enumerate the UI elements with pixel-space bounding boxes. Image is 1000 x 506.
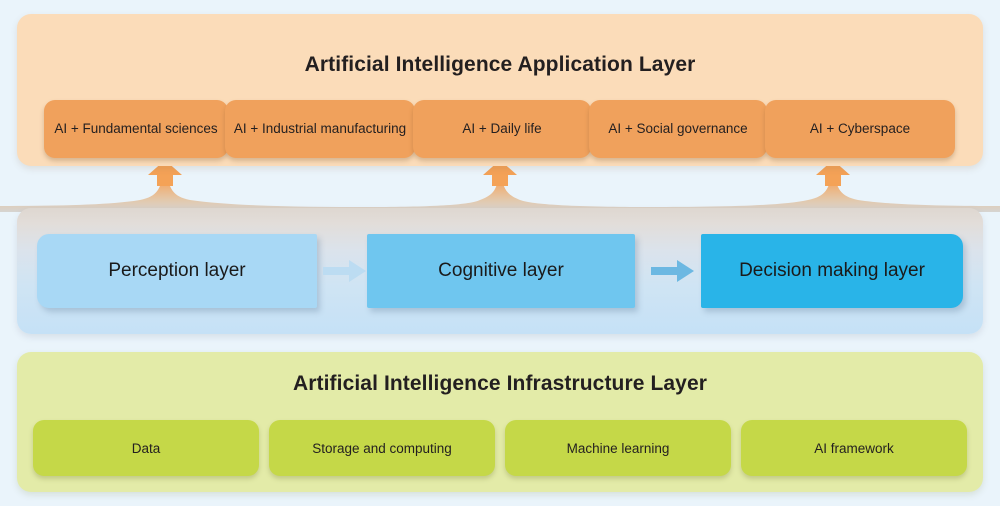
infra-chip-data[interactable]: Data — [33, 420, 259, 476]
app-chip-label: AI + Industrial manufacturing — [233, 120, 407, 136]
app-chip-daily-life[interactable]: AI + Daily life — [413, 100, 591, 158]
infra-chip-label: AI framework — [814, 440, 894, 456]
flow-arrow-right-icon-1 — [323, 260, 366, 282]
app-chip-industrial-manufacturing[interactable]: AI + Industrial manufacturing — [225, 100, 415, 158]
core-box-label: Perception layer — [108, 260, 246, 281]
app-chip-social-governance[interactable]: AI + Social governance — [589, 100, 767, 158]
infra-chip-label: Data — [131, 440, 161, 456]
ai-architecture-diagram: Artificial Intelligence Application Laye… — [0, 0, 1000, 506]
infra-chip-ai-framework[interactable]: AI framework — [741, 420, 967, 476]
rising-arrow-skirt — [0, 168, 1000, 212]
app-chip-fundamental-sciences[interactable]: AI + Fundamental sciences — [44, 100, 228, 158]
core-box-perception-layer[interactable]: Perception layer — [37, 234, 317, 308]
infra-chip-label: Machine learning — [566, 440, 670, 456]
infrastructure-layer-panel: Artificial Intelligence Infrastructure L… — [17, 352, 983, 492]
infra-chip-storage-and-computing[interactable]: Storage and computing — [269, 420, 495, 476]
core-box-cognitive-layer[interactable]: Cognitive layer — [367, 234, 635, 308]
rising-arrows-group — [0, 160, 1000, 212]
infrastructure-layer-title: Artificial Intelligence Infrastructure L… — [292, 372, 708, 395]
app-chip-cyberspace[interactable]: AI + Cyberspace — [765, 100, 955, 158]
app-chip-label: AI + Daily life — [462, 120, 542, 136]
infra-chip-label: Storage and computing — [312, 440, 452, 456]
application-layer-title: Artificial Intelligence Application Laye… — [304, 53, 696, 76]
app-chip-label: AI + Cyberspace — [809, 120, 911, 136]
core-box-label: Decision making layer — [739, 260, 925, 281]
core-box-decision-making-layer[interactable]: Decision making layer — [701, 234, 963, 308]
core-box-label: Cognitive layer — [438, 260, 564, 281]
core-layer-panel: Perception layer Cognitive layer Decisio… — [17, 208, 983, 334]
flow-arrow-right-icon-2 — [651, 260, 694, 282]
application-layer-panel: Artificial Intelligence Application Laye… — [17, 14, 983, 166]
app-chip-label: AI + Fundamental sciences — [54, 120, 218, 136]
infra-chip-machine-learning[interactable]: Machine learning — [505, 420, 731, 476]
app-chip-label: AI + Social governance — [608, 120, 748, 136]
